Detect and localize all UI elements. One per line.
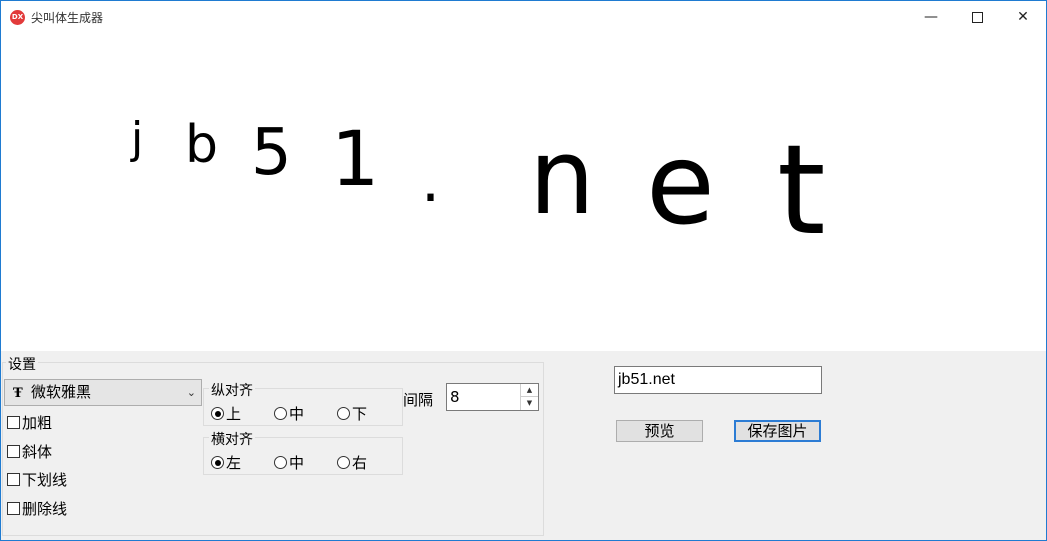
preview-char: j bbox=[131, 113, 144, 164]
radio-dot bbox=[337, 456, 350, 469]
title-bar: DX 尖叫体生成器 — ✕ bbox=[1, 1, 1046, 33]
radio-label: 中 bbox=[289, 405, 305, 423]
preview-char: 1 bbox=[331, 114, 380, 203]
gap-value: 8 bbox=[450, 388, 460, 406]
preview-char: e bbox=[646, 120, 715, 250]
checkbox-label: 斜体 bbox=[22, 443, 53, 461]
checkbox-label: 加粗 bbox=[22, 414, 53, 432]
radio-dot bbox=[274, 407, 287, 420]
checkbox-label: 下划线 bbox=[22, 471, 68, 489]
halign-left-radio[interactable]: 左 bbox=[211, 453, 241, 473]
vertical-align-legend: 纵对齐 bbox=[209, 380, 255, 400]
valign-middle-radio[interactable]: 中 bbox=[274, 404, 304, 424]
preview-char: . bbox=[421, 146, 441, 216]
preview-char: n bbox=[529, 116, 595, 238]
app-logo-icon: DX bbox=[10, 10, 25, 25]
minimize-button[interactable]: — bbox=[908, 1, 954, 33]
preview-char: 5 bbox=[251, 116, 292, 190]
radio-label: 左 bbox=[226, 454, 242, 472]
close-button[interactable]: ✕ bbox=[1000, 1, 1046, 33]
radio-label: 上 bbox=[226, 405, 242, 423]
preview-char: t bbox=[777, 119, 826, 263]
checkbox-box bbox=[7, 502, 20, 515]
maximize-button[interactable] bbox=[954, 1, 1000, 33]
radio-label: 中 bbox=[289, 454, 305, 472]
underline-checkbox[interactable]: 下划线 bbox=[7, 470, 67, 490]
spinner-buttons: ▲ ▼ bbox=[520, 384, 538, 410]
gap-label: 间隔 bbox=[403, 391, 434, 409]
strikethrough-checkbox[interactable]: 删除线 bbox=[7, 499, 67, 519]
maximize-icon bbox=[971, 11, 983, 23]
checkbox-box bbox=[7, 473, 20, 486]
chevron-down-icon: ⌄ bbox=[186, 386, 196, 399]
text-input[interactable]: jb51.net bbox=[614, 366, 822, 394]
radio-label: 右 bbox=[352, 454, 368, 472]
halign-center-radio[interactable]: 中 bbox=[274, 453, 304, 473]
checkbox-label: 删除线 bbox=[22, 500, 68, 518]
save-image-button[interactable]: 保存图片 bbox=[734, 420, 821, 442]
radio-dot bbox=[211, 456, 224, 469]
horizontal-align-legend: 横对齐 bbox=[209, 429, 255, 449]
radio-label: 下 bbox=[352, 405, 368, 423]
radio-dot bbox=[211, 407, 224, 420]
radio-dot bbox=[337, 407, 350, 420]
italic-checkbox[interactable]: 斜体 bbox=[7, 442, 52, 462]
window-title: 尖叫体生成器 bbox=[31, 11, 104, 25]
radio-dot bbox=[274, 456, 287, 469]
checkbox-box bbox=[7, 445, 20, 458]
preview-char: b bbox=[185, 115, 219, 175]
bold-checkbox[interactable]: 加粗 bbox=[7, 413, 52, 433]
valign-top-radio[interactable]: 上 bbox=[211, 404, 241, 424]
valign-bottom-radio[interactable]: 下 bbox=[337, 404, 367, 424]
spinner-up-icon[interactable]: ▲ bbox=[521, 384, 538, 397]
font-type-icon: Ŧ bbox=[13, 386, 23, 401]
gap-spinner[interactable]: 8 ▲ ▼ bbox=[446, 383, 539, 411]
preview-canvas: j b 5 1 . n e t bbox=[1, 33, 1046, 351]
preview-button[interactable]: 预览 bbox=[616, 420, 703, 442]
font-select-value: 微软雅黑 bbox=[31, 383, 92, 401]
checkbox-box bbox=[7, 416, 20, 429]
halign-right-radio[interactable]: 右 bbox=[337, 453, 367, 473]
spinner-down-icon[interactable]: ▼ bbox=[521, 397, 538, 410]
font-select[interactable]: Ŧ 微软雅黑 ⌄ bbox=[4, 379, 202, 406]
settings-legend: 设置 bbox=[6, 354, 38, 374]
